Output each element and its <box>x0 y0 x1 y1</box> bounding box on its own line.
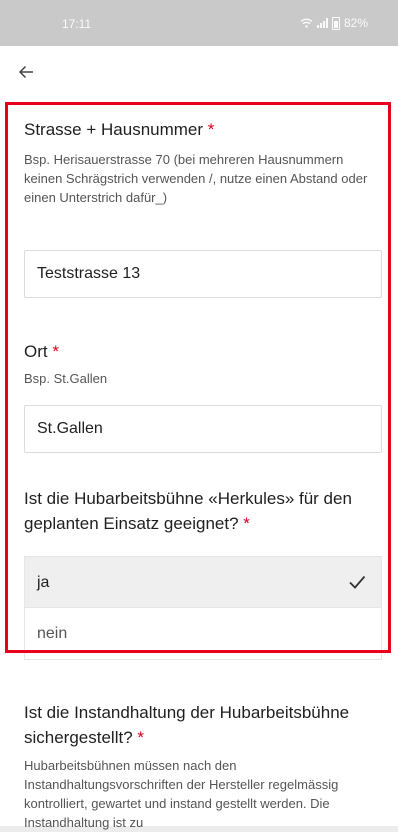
checkmark-icon <box>349 575 366 589</box>
maintenance-question: Ist die Instandhaltung der Hubarbeitsbüh… <box>24 700 384 750</box>
suitability-question: Ist die Hubarbeitsbühne «Herkules» für d… <box>24 486 384 536</box>
required-marker: * <box>243 514 250 533</box>
wifi-icon <box>300 18 313 28</box>
street-label: Strasse + Hausnummer * <box>24 120 214 140</box>
street-label-text: Strasse + Hausnummer <box>24 120 204 139</box>
street-hint: Bsp. Herisauerstrasse 70 (bei mehreren H… <box>24 152 368 205</box>
option-label: nein <box>37 625 68 642</box>
back-button[interactable] <box>8 54 44 90</box>
required-marker: * <box>52 342 59 361</box>
city-input[interactable]: St.Gallen <box>24 405 382 453</box>
app-bar <box>0 46 398 98</box>
street-input[interactable]: Teststrasse 13 <box>24 250 382 298</box>
city-label: Ort * <box>24 342 59 362</box>
city-hint: Bsp. St.Gallen <box>24 371 108 386</box>
required-marker: * <box>137 728 145 747</box>
arrow-left-icon <box>18 65 33 79</box>
status-bar: 17:11 82% <box>0 0 398 46</box>
status-time: 17:11 <box>62 17 92 31</box>
maintenance-hint: Hubarbeitsbühnen müssen nach den Instand… <box>24 758 339 830</box>
suitability-question-text: Ist die Hubarbeitsbühne «Herkules» für d… <box>24 489 352 533</box>
option-nein[interactable]: nein <box>24 608 382 660</box>
signal-icon <box>316 18 328 28</box>
option-ja[interactable]: ja <box>24 556 382 608</box>
status-icons: 82% <box>300 16 368 30</box>
required-marker: * <box>207 120 215 139</box>
form-content: Strasse + Hausnummer * Bsp. Herisauerstr… <box>0 98 398 830</box>
battery-percentage: 82% <box>343 16 368 30</box>
city-label-text: Ort <box>24 342 48 361</box>
maintenance-question-text: Ist die Instandhaltung der Hubarbeitsbüh… <box>24 703 350 747</box>
option-label: ja <box>37 574 50 591</box>
battery-icon <box>331 16 340 30</box>
